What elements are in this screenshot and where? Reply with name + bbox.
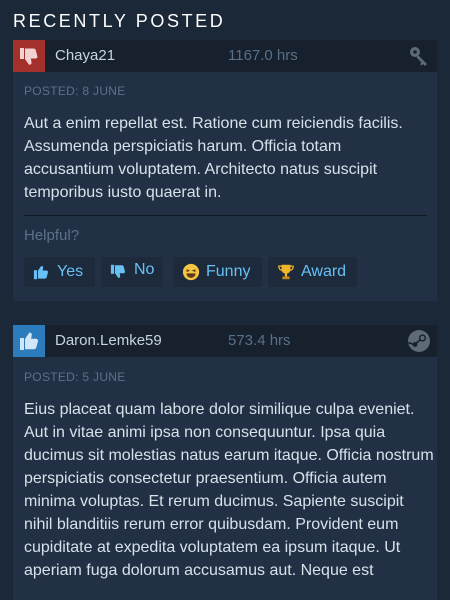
award-label: Award: [301, 263, 347, 280]
vote-funny-button[interactable]: Funny: [173, 257, 262, 287]
review-header: Daron.Lemke59 573.4 hrs: [13, 325, 437, 357]
divider: [24, 215, 427, 216]
award-button[interactable]: Award: [268, 257, 357, 287]
thumbs-down-icon: [13, 40, 45, 72]
thumbs-down-icon: [110, 263, 128, 281]
review-username[interactable]: Chaya21: [55, 48, 115, 64]
key-icon: [407, 44, 431, 68]
helpful-question: Helpful?: [24, 227, 80, 244]
posted-date: POSTED: 8 JUNE: [24, 84, 126, 98]
vote-no-label: No: [134, 261, 155, 278]
vote-yes-label: Yes: [57, 263, 84, 280]
laughing-face-icon: [182, 263, 200, 281]
section-title: RECENTLY POSTED: [13, 11, 226, 31]
review-card: Chaya21 1167.0 hrs POSTED: 8 JUNE Aut a …: [13, 40, 437, 301]
review-hours: 573.4 hrs: [228, 332, 291, 349]
review-header: Chaya21 1167.0 hrs: [13, 40, 437, 72]
review-text: Aut a enim repellat est. Ratione cum rei…: [24, 115, 403, 201]
thumbs-up-icon: [33, 263, 51, 281]
review-card: Daron.Lemke59 573.4 hrs POSTED: 5 JUNE E…: [13, 325, 437, 600]
steam-icon: [407, 329, 431, 353]
thumbs-up-icon: [13, 325, 45, 357]
vote-funny-label: Funny: [206, 263, 251, 280]
vote-yes-button[interactable]: Yes: [24, 257, 95, 287]
review-hours: 1167.0 hrs: [228, 47, 298, 64]
trophy-icon: [277, 263, 295, 281]
review-text: Eius placeat quam labore dolor similique…: [24, 401, 434, 579]
vote-no-button[interactable]: No: [101, 257, 163, 287]
review-username[interactable]: Daron.Lemke59: [55, 333, 162, 349]
posted-date: POSTED: 5 JUNE: [24, 370, 126, 384]
